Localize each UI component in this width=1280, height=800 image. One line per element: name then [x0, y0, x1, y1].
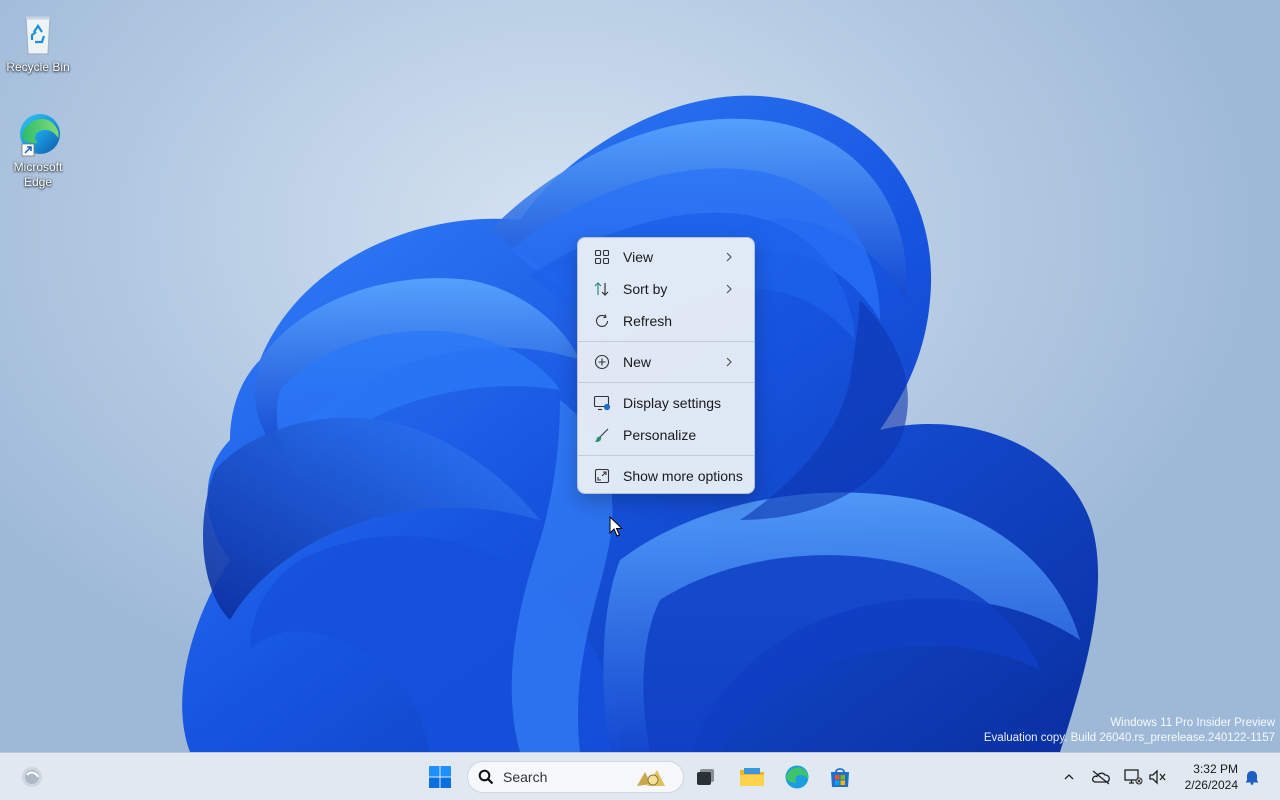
menu-item-sort-by[interactable]: Sort by [582, 273, 750, 305]
grid-icon [593, 248, 611, 266]
menu-item-view[interactable]: View [582, 241, 750, 273]
clock-date: 2/26/2024 [1184, 778, 1238, 792]
menu-separator [578, 341, 754, 342]
chevron-right-icon [726, 284, 732, 294]
menu-item-new[interactable]: New [582, 346, 750, 378]
menu-item-personalize[interactable]: Personalize [582, 419, 750, 451]
search-icon [478, 769, 494, 785]
menu-item-label: Refresh [623, 313, 673, 329]
desktop-icon-edge[interactable]: Microsoft Edge [0, 110, 76, 190]
menu-item-show-more-options[interactable]: Show more options [582, 460, 750, 492]
edge-icon [785, 765, 809, 789]
start-button[interactable] [422, 759, 458, 795]
store-icon [831, 768, 849, 787]
onedrive-tray-button[interactable] [1091, 767, 1111, 787]
mouse-cursor-icon [609, 516, 623, 537]
network-tray-button[interactable] [1123, 767, 1143, 787]
watermark-line-2: Evaluation copy. Build 26040.rs_prerelea… [983, 732, 1275, 744]
cloud-offline-icon [1091, 770, 1110, 785]
menu-item-refresh[interactable]: Refresh [582, 305, 750, 337]
task-view-icon [697, 769, 714, 785]
search-placeholder: Search [503, 769, 548, 785]
recycle-bin-icon [14, 10, 62, 58]
menu-item-label: Show more options [623, 468, 743, 484]
task-view-button[interactable] [688, 759, 724, 795]
chevron-right-icon [726, 357, 732, 367]
refresh-icon [593, 312, 611, 330]
menu-separator [578, 382, 754, 383]
watermark-line-1: Windows 11 Pro Insider Preview [1110, 717, 1275, 729]
desktop-context-menu: View Sort by Refresh New Display setting… [577, 237, 755, 494]
plus-circle-icon [593, 353, 611, 371]
bell-icon [1246, 771, 1258, 785]
notifications-button[interactable] [1242, 767, 1262, 787]
menu-item-label: View [623, 249, 654, 265]
menu-item-label: Sort by [623, 281, 668, 297]
expand-icon [593, 467, 611, 485]
desktop-icon-recycle-bin[interactable]: Recycle Bin [0, 10, 76, 75]
show-hidden-icons-button[interactable] [1059, 767, 1079, 787]
build-watermark: Windows 11 Pro Insider Preview Evaluatio… [984, 716, 1275, 746]
file-explorer-button[interactable] [734, 759, 770, 795]
edge-taskbar-button[interactable] [779, 759, 815, 795]
taskbar-clock[interactable]: 3:32 PM 2/26/2024 [1185, 761, 1238, 793]
volume-muted-icon [1149, 769, 1166, 785]
start-icon [429, 766, 451, 788]
sort-icon [593, 280, 611, 298]
desktop-icon-label: Recycle Bin [6, 60, 70, 74]
file-explorer-icon [740, 768, 764, 786]
desktop-icon-label: Microsoft Edge [13, 160, 63, 189]
widgets-icon [22, 767, 42, 787]
edge-icon [14, 110, 62, 158]
menu-item-display-settings[interactable]: Display settings [582, 387, 750, 419]
clock-time: 3:32 PM [1193, 762, 1238, 776]
volume-tray-button[interactable] [1148, 767, 1168, 787]
search-highlight-icon [637, 770, 665, 786]
menu-item-label: New [623, 354, 652, 370]
taskbar-search-box[interactable]: Search [467, 761, 684, 793]
widgets-button[interactable] [14, 759, 50, 795]
taskbar: Search 3:32 PM 2/26/2024 [0, 752, 1280, 800]
network-icon [1124, 769, 1143, 785]
chevron-up-icon [1064, 774, 1074, 780]
display-settings-icon [593, 394, 611, 412]
chevron-right-icon [726, 252, 732, 262]
menu-item-label: Personalize [623, 427, 697, 443]
menu-separator [578, 455, 754, 456]
menu-item-label: Display settings [623, 395, 722, 411]
brush-icon [593, 426, 611, 444]
store-button[interactable] [822, 759, 858, 795]
